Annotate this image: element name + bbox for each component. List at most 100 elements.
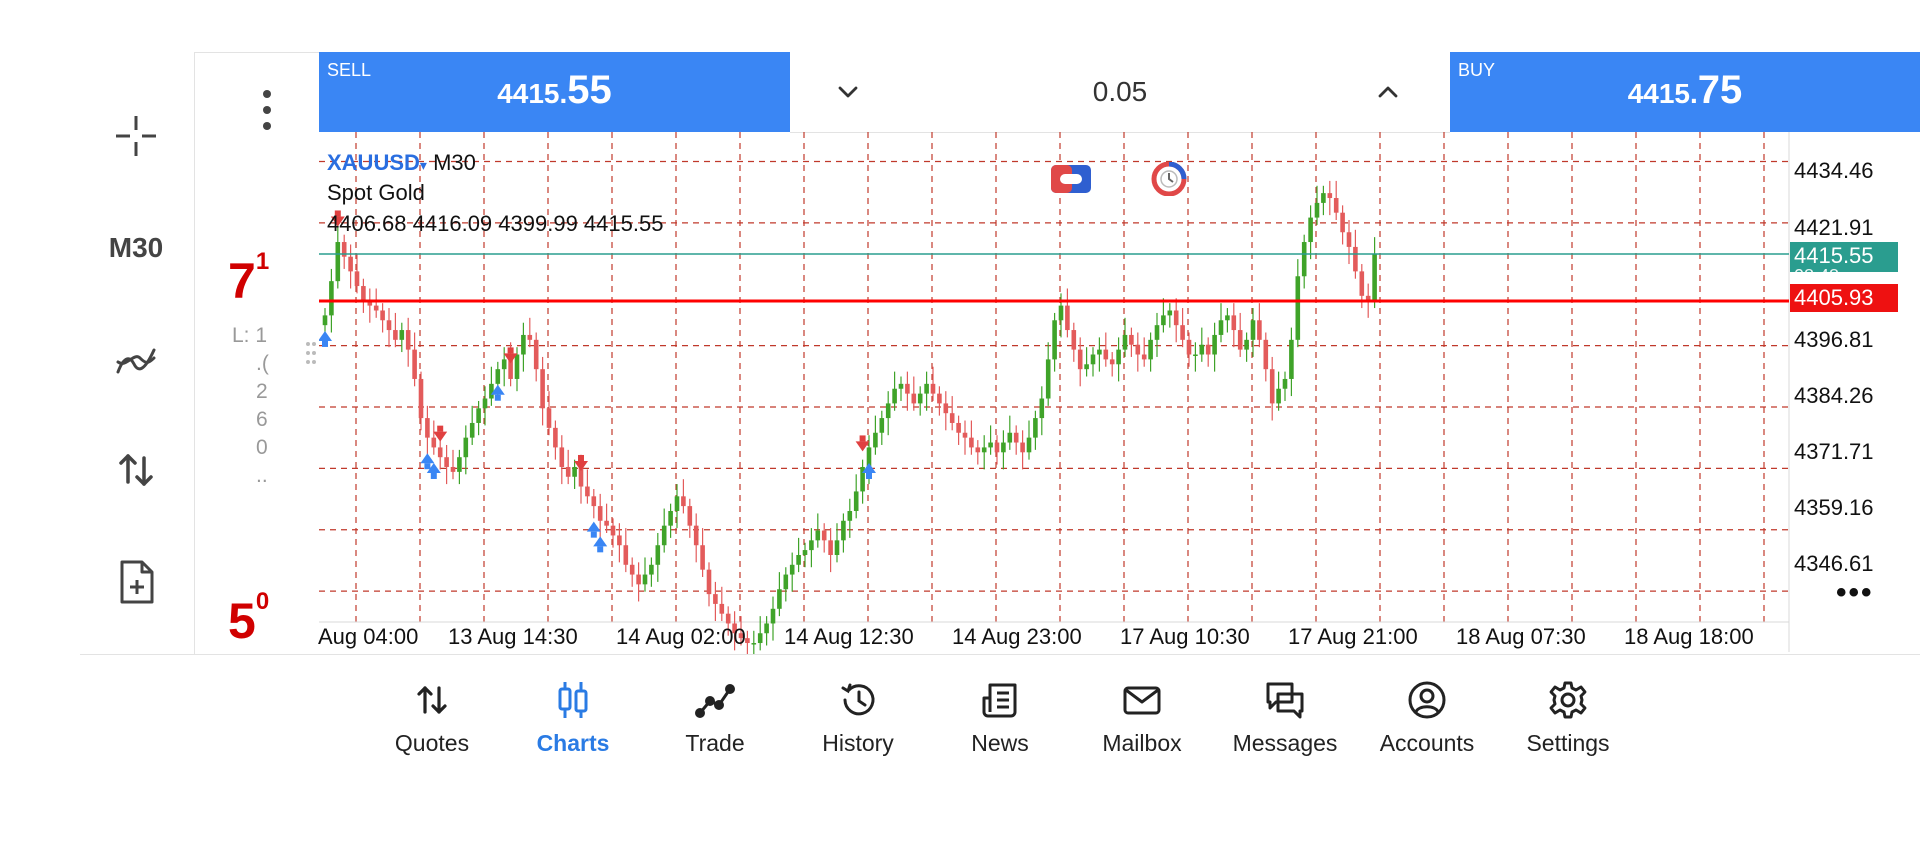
candle-body [815,530,821,541]
symbol-dropdown-icon[interactable]: ▾ [420,157,427,173]
time-axis-label: Aug 04:00 [318,624,419,649]
candle-body [1186,339,1192,355]
symbol-selector[interactable]: XAUUSD [327,150,420,175]
candle-body [1231,315,1237,331]
more-options-icon[interactable] [262,90,272,134]
frame-left-border [194,52,195,654]
candle-body [418,378,424,419]
trade-levels-toggle-icon[interactable] [1050,162,1092,196]
nav-settings[interactable]: Settings [1498,680,1638,780]
candle-body [962,432,968,438]
candle-body [1013,432,1019,443]
nav-mailbox[interactable]: Mailbox [1072,680,1212,780]
candle-body [892,388,897,404]
panel-drag-handle-icon[interactable] [305,340,317,366]
candle-body [1212,334,1217,355]
candle-body [1340,212,1345,233]
time-axis-label: 17 Aug 21:00 [1288,624,1418,649]
nav-accounts[interactable]: Accounts [1357,680,1497,780]
time-axis-label: 14 Aug 12:30 [784,624,914,649]
candle-body [380,310,385,321]
candle-body [1180,325,1185,340]
candle-body [1026,437,1032,453]
candle-body [988,442,993,448]
price-level-label: 4421.91 [1794,215,1874,240]
candle-body [553,427,558,448]
candle-body [469,422,475,438]
candle-body [1045,359,1051,399]
sell-price-pips: 55 [567,68,612,112]
candle-body [777,589,782,609]
sell-button[interactable]: SELL 4415.55 [319,52,790,132]
candle-body [610,525,616,536]
candle-body [706,569,712,595]
new-order-button[interactable] [96,552,176,612]
candle-body [1193,354,1198,357]
crosshair-tool-button[interactable] [96,106,176,166]
candle-body [687,506,693,526]
nav-history[interactable]: History [788,680,928,780]
candle-body [533,339,539,370]
nav-news[interactable]: News [930,680,1070,780]
candle-body [1033,418,1038,438]
timeframe-button[interactable]: M30 [96,218,176,278]
buy-trade-arrow [319,330,332,341]
candle-body [444,457,449,467]
nav-charts[interactable]: Charts [503,680,643,780]
candle-body [949,413,955,423]
candle-body [879,418,885,433]
nav-messages[interactable]: Messages [1215,680,1355,780]
clock-sync-icon[interactable] [1148,162,1190,196]
candle-body [802,550,808,556]
crosshair-icon [116,116,156,156]
candle-body [335,242,341,282]
buy-trade-arrow-stem [597,546,604,553]
nav-label: History [822,730,894,756]
nav-label: Accounts [1379,730,1475,756]
candle-body [476,408,481,423]
sell-trade-arrow-stem [859,435,866,442]
candle-body [1116,349,1121,365]
gear-icon [1549,681,1587,719]
candle-body [1052,320,1057,360]
candle-body [1353,246,1358,272]
buy-button[interactable]: BUY 4415.75 [1450,52,1920,132]
time-axis-label: 13 Aug 14:30 [448,624,578,649]
lot-value[interactable]: 0.05 [790,76,1450,108]
time-axis-label: 18 Aug 18:00 [1624,624,1754,649]
sell-trade-arrow-stem [437,425,444,432]
candle-body [1250,320,1256,340]
trend-line-icon [695,684,735,718]
nav-label: Quotes [394,730,470,756]
candle-body [361,286,366,301]
sell-price-main: 4415. [497,78,568,109]
timeframe-label: M30 [108,232,164,263]
candle-body [674,496,680,511]
candle-body [1161,315,1166,326]
candle-body [514,354,520,379]
indicators-button[interactable] [96,330,176,390]
candle-body [322,315,328,326]
candle-body [450,466,456,472]
candle-body [1269,369,1275,404]
account-icon [1408,681,1446,719]
price-level-label: 4384.26 [1794,383,1874,408]
more-horizontal-icon[interactable]: ••• [1836,576,1874,610]
increase-lot-chevron-up-icon[interactable] [1374,78,1402,106]
nav-quotes[interactable]: Quotes [362,680,502,780]
candle-body [745,638,750,644]
history-clock-icon [841,683,875,716]
nav-trade[interactable]: Trade [645,680,785,780]
candle-body [1327,193,1333,199]
sell-price: 4415.55 [319,68,790,113]
trade-button[interactable] [96,440,176,500]
candle-body [1314,202,1320,218]
candle-body [700,545,705,570]
candle-body [969,437,974,448]
candle-body [1276,388,1281,404]
candle-body [661,525,667,546]
candle-body [853,491,859,511]
news-icon [982,683,1017,718]
bid-price-tag: 4415.55 08:48 [1790,242,1898,272]
candle-body [412,349,417,379]
